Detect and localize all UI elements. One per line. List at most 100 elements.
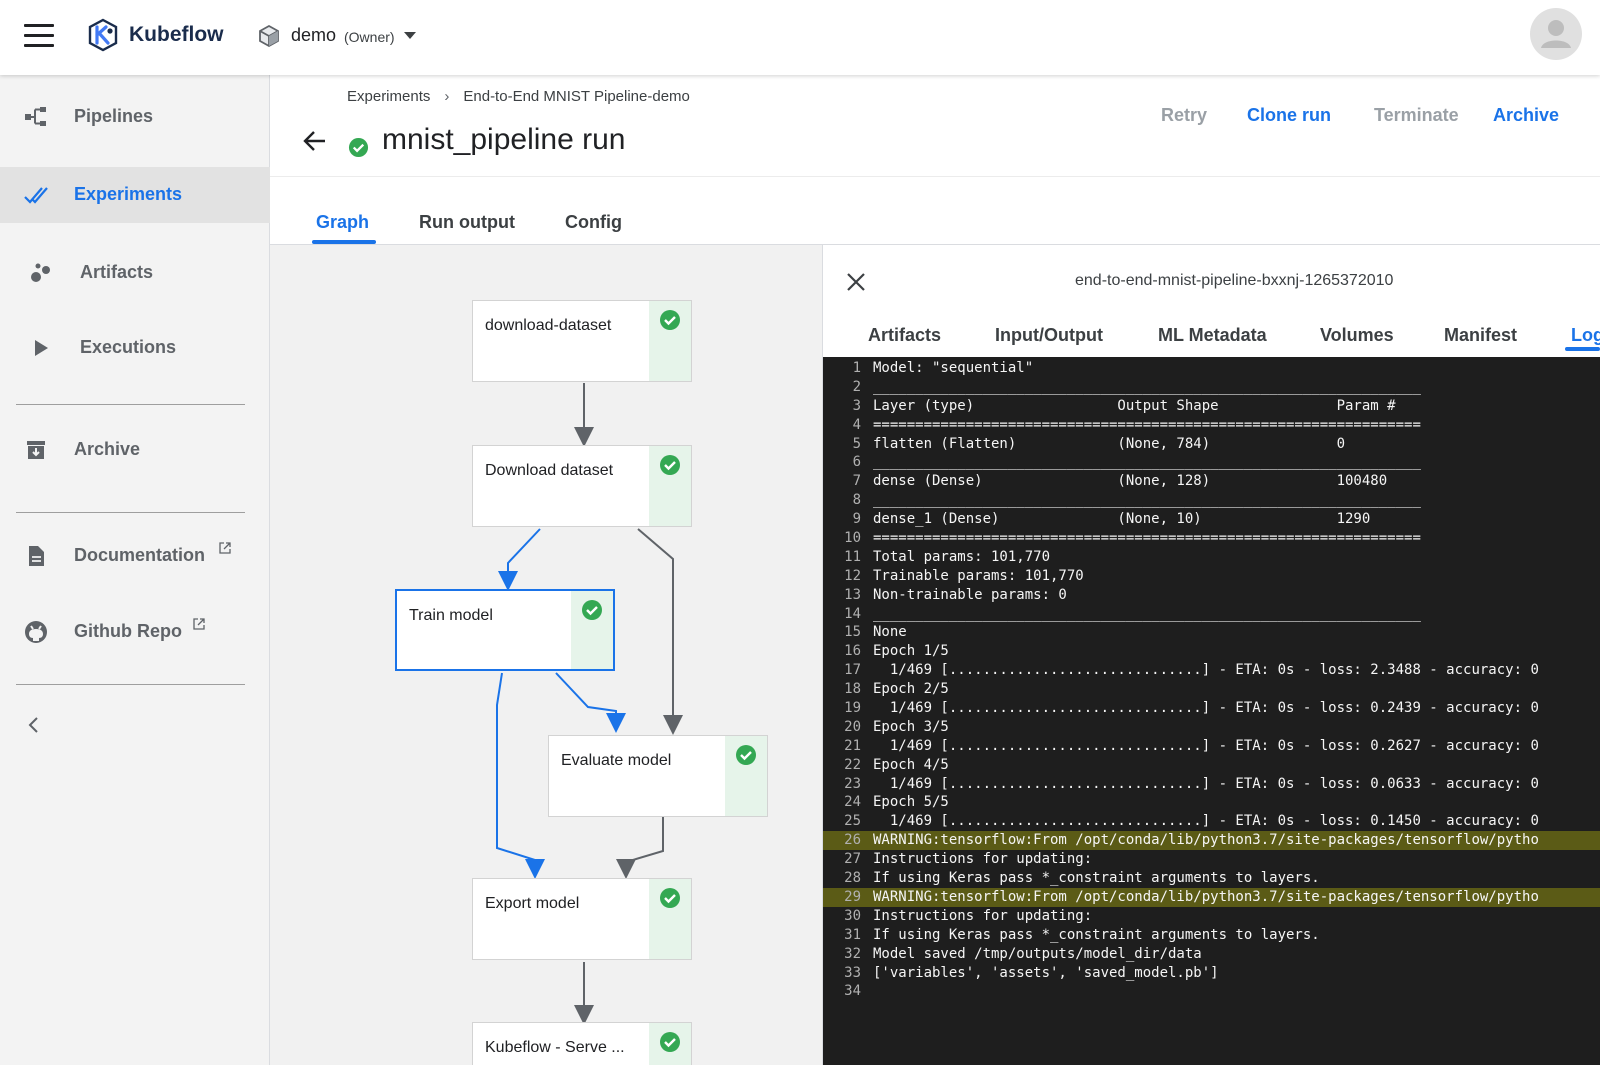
experiments-icon [24, 187, 48, 204]
log-line: 7 dense (Dense) (None, 128) 100480 [823, 472, 1600, 491]
sidebar-item-archive[interactable]: Archive [0, 422, 270, 478]
node-status [649, 301, 691, 381]
success-check-icon [736, 745, 756, 765]
page-title: mnist_pipeline run [382, 123, 626, 156]
log-line-number: 20 [844, 718, 861, 735]
graph-node[interactable]: Export model [472, 878, 692, 960]
log-line-text: flatten (Flatten) (None, 784) 0 [873, 435, 1346, 452]
log-line-text: 1/469 [..............................] -… [873, 700, 1539, 717]
log-line-number: 30 [844, 907, 861, 924]
log-line-number: 9 [852, 511, 861, 528]
log-line-number: 29 [844, 888, 861, 905]
sidebar-item-label: Artifacts [80, 262, 154, 282]
log-line-text: 1/469 [..............................] -… [873, 813, 1539, 830]
log-line-text: ========================================… [873, 530, 1421, 547]
node-label: Evaluate model [561, 752, 672, 769]
log-line: 24 Epoch 5/5 [823, 793, 1600, 812]
log-line-text: If using Keras pass *_constraint argumen… [873, 870, 1320, 887]
avatar[interactable] [1530, 8, 1582, 60]
graph-node[interactable]: Evaluate model [548, 735, 768, 817]
panel-tab-logs[interactable]: Logs [1571, 325, 1600, 346]
pipeline-graph[interactable]: download-dataset Download dataset Train … [270, 245, 823, 1065]
log-line-number: 26 [844, 832, 861, 849]
log-line-number: 11 [844, 548, 861, 565]
tab-run-output[interactable]: Run output [419, 212, 515, 233]
log-line: 2 _______________________________________… [823, 378, 1600, 397]
sidebar-item-pipelines[interactable]: Pipelines [0, 89, 270, 145]
log-line-number: 23 [844, 775, 861, 792]
node-status [725, 736, 767, 816]
archive-button[interactable]: Archive [1493, 105, 1559, 126]
retry-button[interactable]: Retry [1161, 105, 1207, 126]
kubeflow-logo-icon[interactable] [86, 18, 120, 52]
log-line-text: ________________________________________… [873, 378, 1421, 395]
panel-tab-manifest[interactable]: Manifest [1444, 325, 1517, 346]
sidebar-item-artifacts[interactable]: Artifacts [0, 245, 270, 301]
success-check-icon [348, 137, 369, 158]
app-name[interactable]: Kubeflow [129, 23, 224, 47]
breadcrumb-experiment[interactable]: End-to-End MNIST Pipeline-demo [463, 88, 690, 105]
sidebar-item-documentation[interactable]: Documentation [0, 528, 270, 584]
node-label: Train model [409, 607, 493, 624]
log-line-number: 31 [844, 926, 861, 943]
log-line: 34 [823, 982, 1600, 1001]
log-line-number: 21 [844, 737, 861, 754]
log-line: 30 Instructions for updating: [823, 907, 1600, 926]
log-line-number: 13 [844, 586, 861, 603]
log-line-text: Instructions for updating: [873, 851, 1093, 868]
log-line-text: Epoch 5/5 [873, 794, 949, 811]
log-line-number: 1 [852, 360, 861, 376]
sidebar-item-github-repo[interactable]: Github Repo [0, 604, 270, 660]
log-line-text: ________________________________________… [873, 605, 1421, 622]
sidebar-item-experiments[interactable]: Experiments [0, 167, 270, 223]
log-line-text: ________________________________________… [873, 454, 1421, 471]
node-label: Export model [485, 895, 580, 912]
play-icon [35, 340, 48, 356]
menu-icon[interactable] [24, 24, 54, 48]
clone-run-button[interactable]: Clone run [1247, 105, 1331, 126]
panel-tab-ml-metadata[interactable]: ML Metadata [1158, 325, 1267, 346]
edge-download-train [498, 528, 541, 591]
sidebar-item-executions[interactable]: Executions [0, 320, 270, 376]
graph-node-selected[interactable]: Train model [395, 589, 615, 671]
graph-node[interactable]: Kubeflow - Serve ... [472, 1022, 692, 1065]
close-icon[interactable] [845, 271, 867, 293]
terminate-button[interactable]: Terminate [1374, 105, 1459, 126]
log-line-number: 8 [852, 492, 861, 509]
graph-node[interactable]: Download dataset [472, 445, 692, 527]
log-line-number: 6 [852, 454, 861, 471]
log-line: 32 Model saved /tmp/outputs/model_dir/dat… [823, 945, 1600, 964]
tab-graph[interactable]: Graph [316, 212, 369, 233]
sidebar: Pipelines Experiments Artifacts Executio… [0, 75, 270, 1065]
log-line: 13 Non-trainable params: 0 [823, 586, 1600, 605]
namespace-selector[interactable]: demo [291, 25, 336, 46]
panel-tab-artifacts[interactable]: Artifacts [868, 325, 941, 346]
person-icon [1541, 20, 1571, 48]
log-line-number: 28 [844, 870, 861, 887]
success-check-icon [660, 455, 680, 475]
sidebar-item-label: Pipelines [74, 106, 154, 126]
caret-down-icon[interactable] [404, 32, 416, 39]
log-line-text: Layer (type) Output Shape Param # [873, 397, 1396, 414]
log-line-text: dense (Dense) (None, 128) 100480 [873, 473, 1388, 490]
back-arrow-icon[interactable] [302, 128, 328, 154]
log-line: 4 =======================================… [823, 416, 1600, 435]
log-viewer[interactable]: 1 Model: "sequential" 2 ___________________… [823, 357, 1600, 1065]
log-line: 26 WARNING:tensorflow:From /opt/conda/lib… [823, 831, 1600, 851]
pipelines-icon [25, 107, 46, 126]
sidebar-divider [16, 404, 245, 405]
chevron-left-icon[interactable] [24, 715, 44, 735]
log-line: 22 Epoch 4/5 [823, 756, 1600, 775]
panel-tab-input-output[interactable]: Input/Output [995, 325, 1103, 346]
log-line-text: 1/469 [..............................] -… [873, 737, 1539, 754]
breadcrumb-experiments[interactable]: Experiments [347, 88, 430, 105]
node-label: Download dataset [485, 462, 614, 479]
log-line-number: 17 [844, 662, 861, 679]
graph-node[interactable]: download-dataset [472, 300, 692, 382]
log-line-text: Instructions for updating: [873, 907, 1093, 924]
tab-config[interactable]: Config [565, 212, 622, 233]
log-line-number: 12 [844, 567, 861, 584]
panel-title: end-to-end-mnist-pipeline-bxxnj-12653720… [1075, 272, 1394, 289]
panel-tab-volumes[interactable]: Volumes [1320, 325, 1394, 346]
log-line: 11 Total params: 101,770 [823, 548, 1600, 567]
